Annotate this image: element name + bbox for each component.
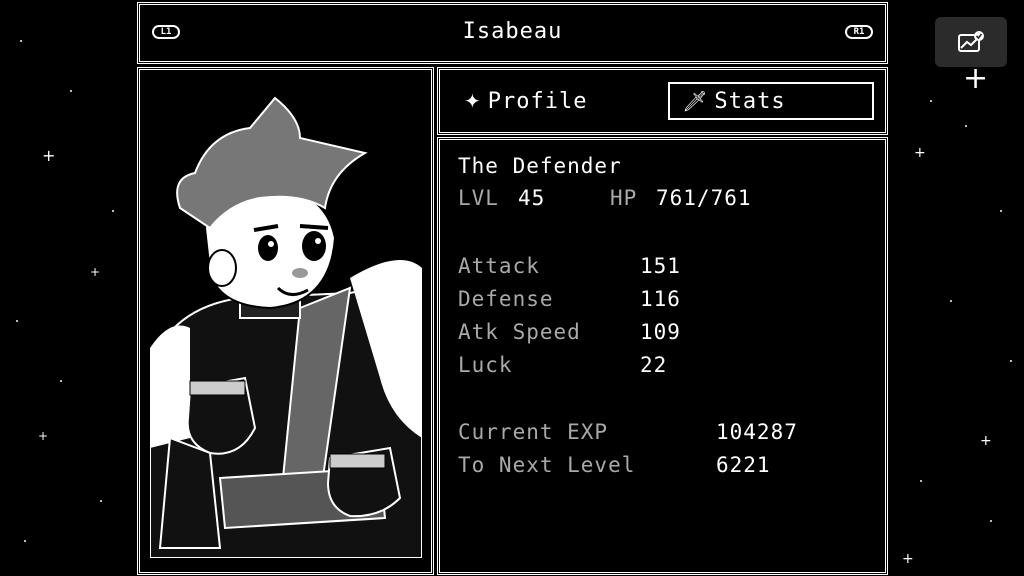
star-dot: [112, 210, 114, 212]
attack-label: Attack: [458, 254, 540, 278]
character-illustration: [150, 96, 422, 558]
class-title: The Defender: [458, 154, 622, 178]
luck-value: 22: [640, 353, 668, 377]
star-icon: +: [902, 551, 914, 567]
star-dot: [965, 125, 967, 127]
star-dot: [930, 100, 932, 102]
tab-bar: ✦ Profile 🗡 Stats: [437, 67, 888, 135]
star-icon: +: [914, 145, 926, 161]
star-icon: +: [90, 265, 101, 279]
star-dot: [1010, 360, 1012, 362]
gallery-check-icon: [958, 31, 984, 52]
attack-value: 151: [640, 254, 681, 278]
next-level-value: 6221: [716, 453, 771, 477]
next-level-label: To Next Level: [458, 453, 636, 477]
star-dot: [60, 380, 62, 382]
sparkle-icon: ✦: [464, 89, 482, 113]
character-portrait: [150, 78, 422, 558]
tab-stats[interactable]: 🗡 Stats: [668, 82, 874, 120]
star-dot: [1000, 210, 1002, 212]
star-icon: +: [963, 61, 989, 96]
atk-speed-value: 109: [640, 320, 681, 344]
star-dot: [990, 520, 992, 522]
star-dot: [950, 300, 952, 302]
tab-profile[interactable]: ✦ Profile: [464, 82, 654, 120]
star-icon: +: [38, 429, 49, 443]
defense-value: 116: [640, 287, 681, 311]
star-dot: [20, 40, 22, 42]
star-dot: [24, 540, 26, 542]
hp-value: 761/761: [656, 186, 752, 210]
current-exp-label: Current EXP: [458, 420, 609, 444]
star-dot: [16, 320, 18, 322]
luck-label: Luck: [458, 353, 513, 377]
star-dot: [920, 480, 922, 482]
gallery-button[interactable]: [935, 17, 1007, 67]
sword-icon: 🗡: [682, 89, 709, 113]
title-bar: L1 Isabeau R1: [137, 2, 888, 64]
star-dot: [100, 500, 102, 502]
character-name: Isabeau: [462, 19, 563, 44]
star-icon: +: [42, 146, 56, 165]
lvl-label: LVL: [458, 186, 499, 210]
tab-profile-label: Profile: [487, 88, 588, 114]
atk-speed-label: Atk Speed: [458, 320, 581, 344]
star-icon: +: [980, 433, 992, 449]
stats-panel: The Defender LVL 45 HP 761/761 Attack 15…: [437, 137, 888, 575]
r1-button[interactable]: R1: [845, 25, 873, 39]
tab-stats-label: Stats: [714, 88, 786, 114]
hp-label: HP: [610, 186, 638, 210]
current-exp-value: 104287: [716, 420, 798, 444]
portrait-panel: [137, 67, 434, 575]
star-dot: [70, 90, 72, 92]
lvl-value: 45: [518, 186, 546, 210]
defense-label: Defense: [458, 287, 554, 311]
